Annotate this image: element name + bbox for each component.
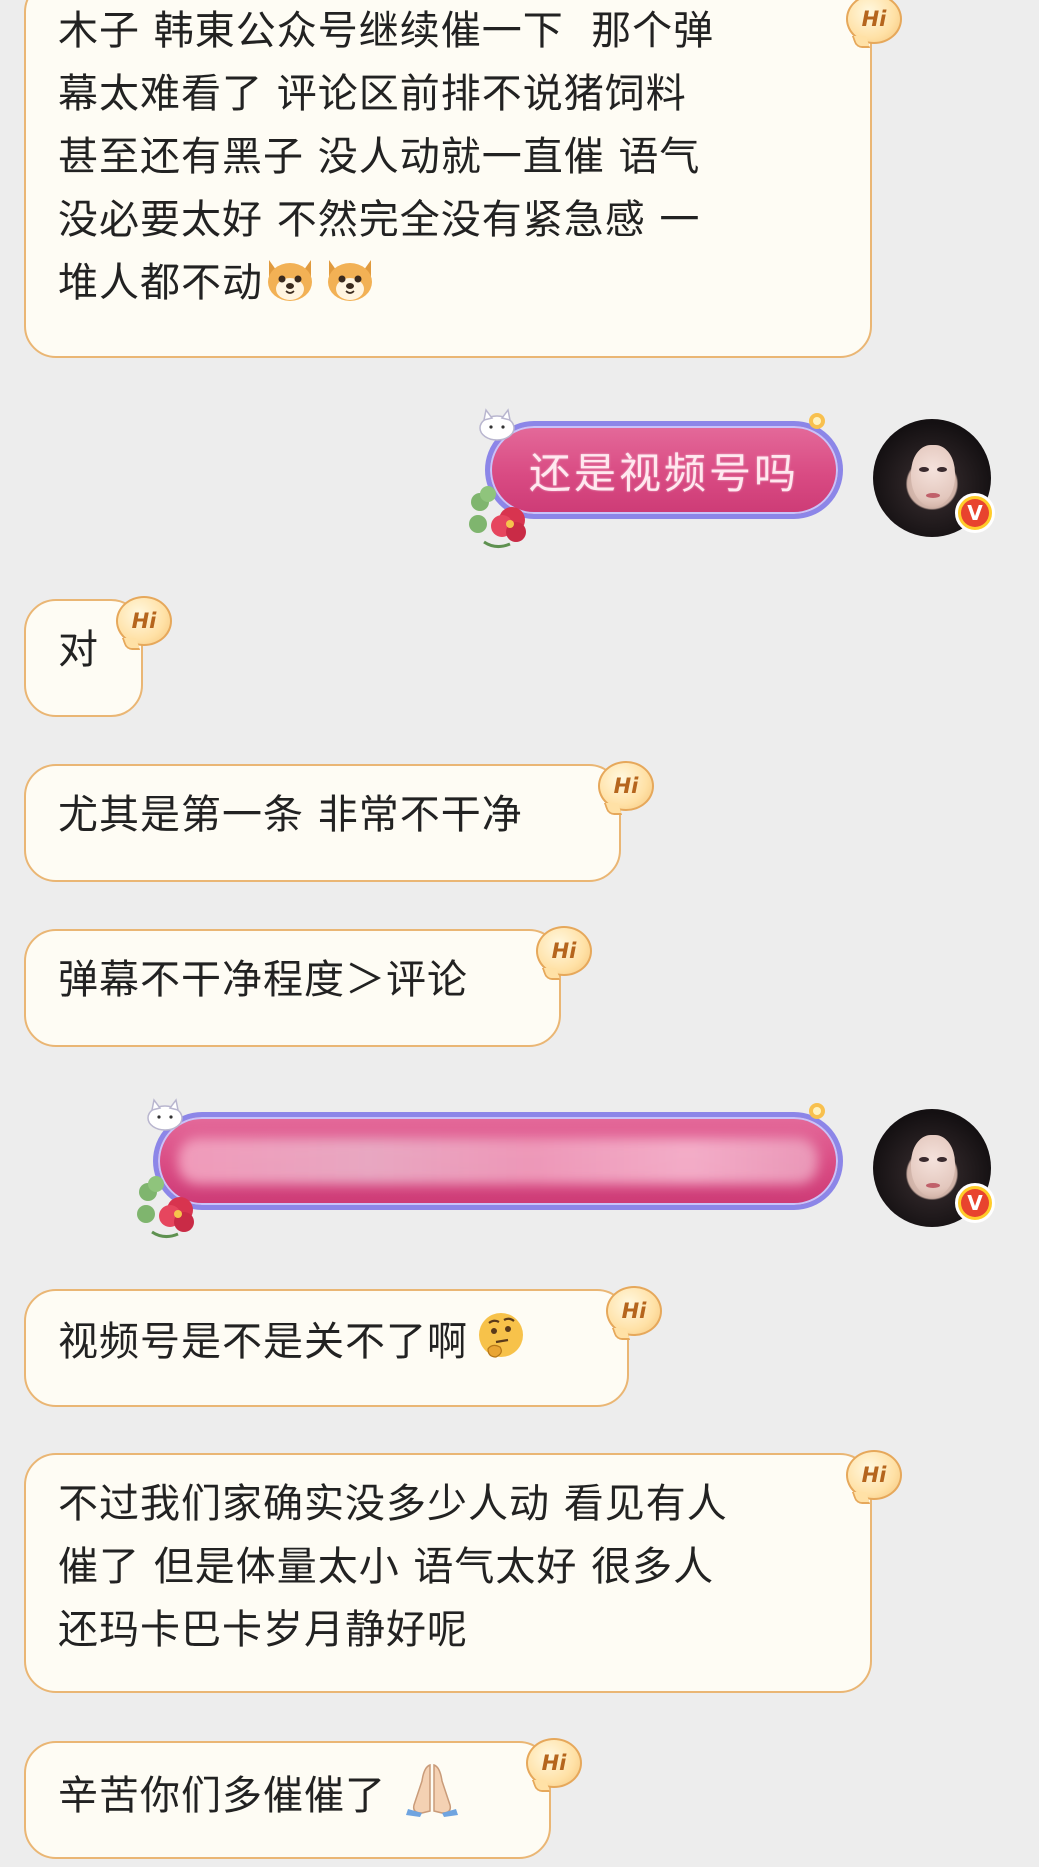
message-text: 弹幕不干净程度＞评论: [58, 957, 468, 1003]
incoming-message[interactable]: 不过我们家确实没多少人动 看见有人 催了 但是体量太小 语气太好 很多人 还玛卡…: [24, 1453, 872, 1693]
dog-emoji-icon: [263, 254, 317, 323]
hi-badge-icon: Hi: [526, 1738, 582, 1788]
hi-badge-icon: Hi: [536, 926, 592, 976]
dog-emoji-icon: [323, 254, 377, 323]
message-text: 尤其是第一条 非常不干净: [58, 792, 523, 838]
hi-badge-icon: Hi: [598, 761, 654, 811]
hi-badge-icon: Hi: [846, 1450, 902, 1500]
avatar-mouth: [926, 493, 940, 498]
avatar-eye: [919, 467, 929, 472]
avatar-eye: [937, 467, 947, 472]
sparkle-icon: [809, 413, 825, 429]
incoming-message[interactable]: 辛苦你们多催催了: [24, 1741, 551, 1859]
thinking-emoji-icon: [474, 1309, 528, 1382]
flower-decoration-icon: [469, 486, 526, 549]
sparkle-icon: [809, 1103, 825, 1119]
message-text: 不过我们家确实没多少人动 看见有人 催了 但是体量太小 语气太好 很多人 还玛卡…: [58, 1481, 728, 1653]
verified-badge-icon: V: [955, 493, 995, 533]
hi-badge-icon: Hi: [116, 596, 172, 646]
avatar-mouth: [926, 1183, 940, 1188]
user-avatar[interactable]: V: [873, 419, 995, 537]
folded-hands-emoji-icon: [400, 1761, 464, 1836]
incoming-message[interactable]: 尤其是第一条 非常不干净: [24, 764, 621, 882]
message-text: 辛苦你们多催催了: [58, 1773, 386, 1819]
message-text: 还是视频号吗: [528, 448, 799, 498]
hi-badge-icon: Hi: [846, 0, 902, 44]
verified-badge-icon: V: [955, 1183, 995, 1223]
avatar-eye: [919, 1157, 929, 1162]
kitty-sticker-icon: [147, 1098, 183, 1131]
message-text: 木子 韩東公众号继续催一下 那个弹 幕太难看了 评论区前排不说猪饲料 甚至还有黑…: [58, 8, 715, 306]
kitty-sticker-icon: [479, 408, 515, 441]
message-text: 视频号是不是关不了啊: [58, 1319, 468, 1365]
incoming-message[interactable]: 木子 韩東公众号继续催一下 那个弹 幕太难看了 评论区前排不说猪饲料 甚至还有黑…: [24, 0, 872, 358]
flower-decoration-icon: [137, 1176, 194, 1239]
incoming-message[interactable]: 视频号是不是关不了啊: [24, 1289, 629, 1407]
incoming-message[interactable]: 弹幕不干净程度＞评论: [24, 929, 561, 1047]
hi-badge-icon: Hi: [606, 1286, 662, 1336]
user-avatar[interactable]: V: [873, 1109, 995, 1227]
message-text: 对: [58, 627, 99, 673]
outgoing-message-blurred[interactable]: [153, 1112, 843, 1210]
chat-window: 木子 韩東公众号继续催一下 那个弹 幕太难看了 评论区前排不说猪饲料 甚至还有黑…: [0, 0, 1039, 1867]
redacted-text: [178, 1138, 818, 1184]
avatar-eye: [937, 1157, 947, 1162]
